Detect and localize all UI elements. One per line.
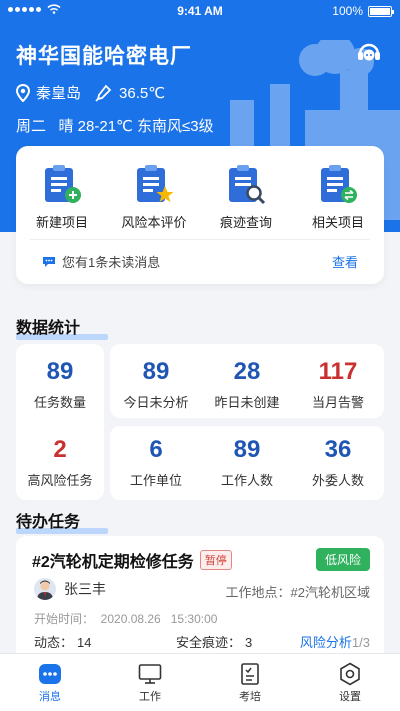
battery-icon: [368, 5, 394, 17]
todo-section-title: 待办任务: [16, 508, 108, 534]
clipboard-add-icon: [45, 165, 81, 203]
stat-workers[interactable]: 89 工作人数: [207, 436, 287, 489]
tab-work[interactable]: 工作: [110, 654, 190, 711]
chat-bubble-icon: [43, 256, 55, 267]
stat-label: 工作单位: [129, 473, 182, 488]
stat-value: 117: [318, 358, 358, 385]
clipboard-search-icon: [229, 165, 266, 205]
task-safety-trace: 安全痕迹： 3: [176, 632, 252, 651]
temperature: 36.5℃: [119, 84, 166, 102]
tab-messages[interactable]: 消息: [10, 654, 90, 711]
task-start-time: 开始时间： 2020.08.26 15:30:00: [34, 612, 218, 626]
avatar: [34, 578, 56, 600]
trace-label: 安全痕迹：: [176, 635, 242, 650]
stat-label: 工作人数: [220, 473, 273, 488]
tab-training[interactable]: 考培: [210, 654, 290, 711]
quick-actions-card: 新建项目 风险本评价 痕迹查询 相关项目 您有1条未读消息 查看: [16, 146, 384, 284]
trace-value: 3: [245, 635, 253, 650]
stat-card-bottom: 6 工作单位 89 工作人数 36 外委人数: [110, 426, 384, 500]
quick-action-trace-query[interactable]: 痕迹查询: [203, 162, 289, 234]
settings-icon: [340, 662, 360, 686]
stat-monthly-alerts[interactable]: 117 当月告警: [298, 358, 378, 411]
message-icon: [39, 664, 61, 684]
quick-action-label: 风险本评价: [121, 215, 187, 230]
stat-label: 外委人数: [311, 473, 364, 488]
stat-unanalyzed-today[interactable]: 89 今日未分析: [116, 358, 196, 411]
location-pin-icon: [16, 83, 30, 102]
assignee-name: 张三丰: [64, 581, 106, 597]
dynamics-label: 动态：: [34, 635, 74, 650]
plant-name: 神华国能哈密电厂: [16, 45, 192, 68]
stat-label: 昨日未创建: [214, 395, 280, 410]
stat-value: 89: [233, 436, 261, 463]
stat-value: 2: [53, 436, 67, 463]
stat-value: 36: [324, 436, 352, 463]
unread-message-text: 您有1条未读消息: [62, 255, 161, 270]
stat-task-count[interactable]: 89 任务数量: [20, 358, 100, 411]
clipboard-exchange-icon: [321, 165, 357, 203]
stat-card-tasks: 89 任务数量 2 高风险任务: [16, 344, 104, 500]
task-card[interactable]: #2汽轮机定期检修任务 暂停 低风险 张三丰 工作地点：#2汽轮机区域 开始时间…: [16, 536, 384, 658]
task-title-row: #2汽轮机定期检修任务 暂停: [32, 548, 232, 572]
stat-contractors[interactable]: 36 外委人数: [298, 436, 378, 489]
risk-level-badge: 低风险: [315, 548, 370, 571]
unread-message-row[interactable]: 您有1条未读消息 查看: [42, 252, 358, 271]
tab-label: 消息: [39, 691, 61, 703]
clipboard-star-icon: [137, 165, 174, 202]
stat-label: 当月告警: [311, 395, 364, 410]
divider: [30, 239, 370, 240]
task-assignee: 张三丰: [34, 578, 106, 600]
checklist-icon: [241, 663, 259, 685]
status-bar: 9:41 AM 100%: [0, 0, 400, 22]
battery-percent: 100%: [332, 4, 363, 18]
stat-label: 今日未分析: [123, 395, 189, 410]
bottom-tab-bar: 消息 工作 考培 设置: [0, 653, 400, 711]
tab-label: 考培: [239, 691, 261, 703]
view-message-link[interactable]: 查看: [332, 252, 358, 271]
stat-value: 89: [142, 358, 170, 385]
stats-section-title: 数据统计: [16, 314, 108, 340]
risk-analysis-link[interactable]: 风险分析1/3: [300, 632, 370, 651]
weather-info: 周二 晴 28-21℃ 东南风≤3级: [16, 118, 214, 135]
stat-value: 89: [46, 358, 74, 385]
stat-label: 高风险任务: [27, 473, 93, 488]
analysis-label: 风险分析: [299, 635, 352, 650]
location-row: 秦皇岛 36.5℃: [16, 82, 165, 103]
stat-high-risk[interactable]: 2 高风险任务: [20, 436, 100, 489]
task-location: 工作地点：#2汽轮机区域: [225, 585, 370, 600]
quick-action-label: 新建项目: [35, 215, 88, 230]
quick-action-label: 痕迹查询: [219, 215, 272, 230]
stats-title-text: 数据统计: [16, 320, 81, 337]
tab-settings[interactable]: 设置: [310, 654, 390, 711]
dynamics-value: 14: [77, 635, 92, 650]
quick-action-label: 相关项目: [311, 215, 364, 230]
tab-label: 工作: [139, 691, 161, 703]
todo-title-text: 待办任务: [16, 514, 81, 531]
analysis-value: 1/3: [351, 635, 370, 650]
tab-label: 设置: [339, 691, 361, 703]
stat-uncreated-yesterday[interactable]: 28 昨日未创建: [207, 358, 287, 411]
task-title: #2汽轮机定期检修任务: [32, 554, 194, 571]
stat-label: 任务数量: [33, 395, 86, 410]
quick-action-new-project[interactable]: 新建项目: [19, 162, 105, 234]
stat-card-top: 89 今日未分析 28 昨日未创建 117 当月告警: [110, 344, 384, 418]
customer-service-icon[interactable]: [354, 38, 384, 68]
stat-work-units[interactable]: 6 工作单位: [116, 436, 196, 489]
stat-value: 28: [233, 358, 261, 385]
quick-action-risk-evaluation[interactable]: 风险本评价: [111, 162, 197, 234]
quick-action-related-projects[interactable]: 相关项目: [295, 162, 381, 234]
monitor-icon: [138, 664, 162, 684]
stat-value: 6: [149, 436, 163, 463]
status-badge: 暂停: [199, 550, 232, 570]
task-dynamics: 动态： 14: [34, 632, 91, 651]
city-name: 秦皇岛: [36, 85, 82, 102]
thermometer-icon: [95, 84, 112, 102]
